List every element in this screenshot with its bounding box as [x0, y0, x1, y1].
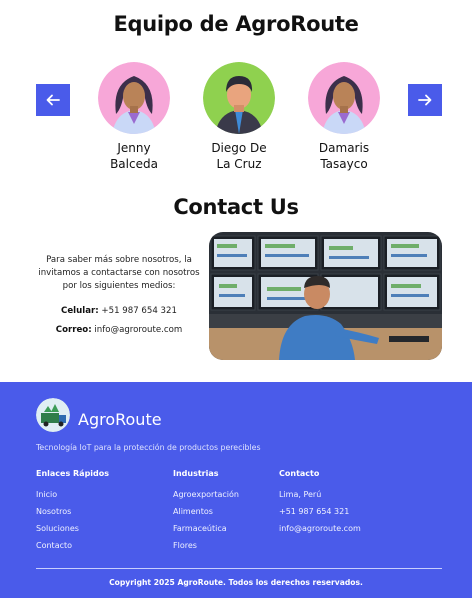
contact-phone: Celular: +51 987 654 321	[61, 306, 177, 316]
footer-link-flores[interactable]: Flores	[173, 537, 239, 554]
arrow-right-icon	[418, 94, 432, 106]
carousel-prev-button[interactable]	[36, 84, 70, 116]
footer-quick-links: Enlaces Rápidos Inicio Nosotros Solucion…	[36, 469, 109, 554]
contact-title: Contact Us	[173, 195, 299, 219]
member-name: Diego De La Cruz	[211, 141, 267, 171]
avatar	[98, 62, 170, 134]
footer-contact: Contacto Lima, Perú +51 987 654 321 info…	[279, 469, 361, 537]
footer-email[interactable]: info@agroroute.com	[279, 520, 361, 537]
arrow-left-icon	[46, 94, 60, 106]
team-title: Equipo de AgroRoute	[113, 12, 359, 36]
avatar	[203, 62, 275, 134]
member-name: Jenny Balceda	[110, 141, 158, 171]
team-member-card: Damaris Tasayco	[294, 62, 394, 172]
column-heading: Industrias	[173, 469, 219, 478]
column-heading: Enlaces Rápidos	[36, 469, 110, 478]
footer-link-nosotros[interactable]: Nosotros	[36, 503, 109, 520]
contact-email: Correo: info@agroroute.com	[55, 325, 183, 335]
control-room-photo	[209, 232, 442, 360]
team-member-card: Diego De La Cruz	[189, 62, 289, 172]
footer-divider	[36, 568, 442, 569]
footer-tagline: Tecnología IoT para la protección de pro…	[36, 443, 261, 452]
footer-copyright: Copyright 2025 AgroRoute. Todos los dere…	[109, 578, 363, 587]
footer-link-alimentos[interactable]: Alimentos	[173, 503, 239, 520]
footer-link-agroexportacion[interactable]: Agroexportación	[173, 486, 239, 503]
footer-brand: AgroRoute	[78, 410, 162, 429]
avatar	[308, 62, 380, 134]
footer-link-inicio[interactable]: Inicio	[36, 486, 109, 503]
brand-logo	[36, 398, 70, 432]
contact-intro: Para saber más sobre nosotros, la invita…	[38, 255, 200, 291]
footer-industries: Industrias Agroexportación Alimentos Far…	[173, 469, 239, 554]
column-heading: Contacto	[279, 469, 320, 478]
team-member-card: Jenny Balceda	[84, 62, 184, 172]
carousel-next-button[interactable]	[408, 84, 442, 116]
footer-link-soluciones[interactable]: Soluciones	[36, 520, 109, 537]
footer: AgroRoute Tecnología IoT para la protecc…	[0, 382, 472, 598]
member-name: Damaris Tasayco	[318, 141, 370, 171]
footer-link-contacto[interactable]: Contacto	[36, 537, 109, 554]
footer-location: Lima, Perú	[279, 490, 322, 499]
footer-phone: +51 987 654 321	[279, 507, 350, 516]
footer-link-farmaceutica[interactable]: Farmaceútica	[173, 520, 239, 537]
